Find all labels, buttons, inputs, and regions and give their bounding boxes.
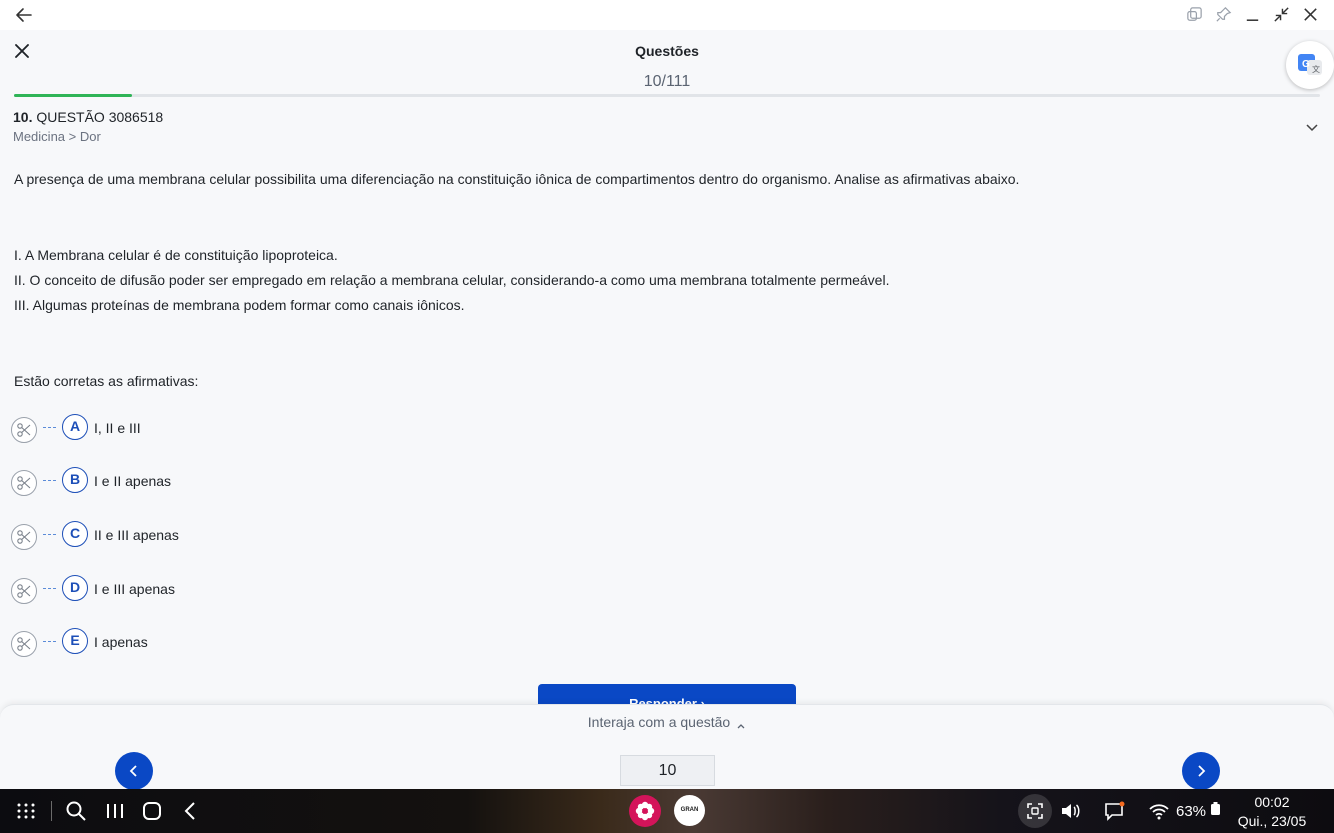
- option-letter[interactable]: D: [62, 575, 88, 601]
- svg-text:文: 文: [1312, 64, 1320, 74]
- gran-app-icon[interactable]: GRAN: [674, 795, 705, 826]
- arrow-left-icon[interactable]: [14, 5, 34, 25]
- option-c[interactable]: C II e III apenas: [11, 521, 411, 551]
- interact-label: Interaja com a questão: [587, 714, 731, 730]
- option-letter[interactable]: B: [62, 467, 88, 493]
- question-number-input[interactable]: 10: [620, 755, 715, 786]
- scissors-icon: [17, 530, 31, 544]
- apps-grid-icon[interactable]: [15, 800, 37, 822]
- battery-percent: 63%: [1176, 803, 1207, 820]
- battery-status: 63%: [1176, 802, 1221, 820]
- shrink-icon[interactable]: [1272, 5, 1291, 24]
- option-text[interactable]: II e III apenas: [94, 527, 179, 543]
- option-d[interactable]: D I e III apenas: [11, 575, 411, 605]
- option-connector: [43, 534, 56, 535]
- screen-capture-button[interactable]: [1018, 794, 1052, 828]
- option-letter[interactable]: C: [62, 521, 88, 547]
- statement-item-3: III. Algumas proteínas de membrana podem…: [14, 297, 465, 313]
- scissors-icon: [17, 423, 31, 437]
- google-translate-icon: G 文: [1298, 54, 1322, 75]
- question-code: QUESTÃO 3086518: [32, 109, 164, 125]
- pin-icon[interactable]: [1214, 5, 1233, 24]
- window-bar: [0, 0, 1334, 30]
- previous-question-button[interactable]: [115, 752, 153, 790]
- flower-icon: [635, 801, 655, 821]
- option-letter[interactable]: E: [62, 628, 88, 654]
- battery-icon: [1211, 802, 1221, 815]
- interact-toggle[interactable]: Interaja com a questão: [0, 714, 1334, 730]
- question-number: 10.: [13, 109, 33, 125]
- screenshot-icon: [1027, 803, 1043, 819]
- notification-icon[interactable]: [1103, 800, 1125, 822]
- window-controls: [1185, 5, 1320, 24]
- option-connector: [43, 427, 56, 428]
- option-e[interactable]: E I apenas: [11, 628, 411, 658]
- scissors-icon: [17, 476, 31, 490]
- clock: 00:02 Qui., 23/05: [1234, 793, 1310, 831]
- wifi-icon: [1149, 804, 1169, 820]
- taskbar-separator: [51, 801, 52, 821]
- flower-app-icon[interactable]: [629, 795, 661, 827]
- question-statement: A presença de uma membrana celular possi…: [14, 171, 1020, 187]
- statement-item-2: II. O conceito de difusão poder ser empr…: [14, 272, 890, 288]
- translate-button[interactable]: G 文: [1286, 41, 1334, 89]
- minimize-icon[interactable]: [1243, 5, 1262, 24]
- clock-time: 00:02: [1254, 794, 1290, 810]
- next-question-button[interactable]: [1182, 752, 1220, 790]
- progress-fill: [14, 94, 132, 97]
- question-header: 10. QUESTÃO 3086518 Medicina > Dor: [13, 109, 1323, 144]
- recent-apps-icon[interactable]: [104, 800, 126, 822]
- eliminate-option-button[interactable]: [11, 524, 37, 550]
- eliminate-option-button[interactable]: [11, 417, 37, 443]
- statement-item-1: I. A Membrana celular é de constituição …: [14, 247, 338, 263]
- breadcrumb: Medicina > Dor: [13, 129, 101, 144]
- respond-button[interactable]: Responder ›: [538, 684, 796, 706]
- chevron-left-icon: [129, 765, 137, 777]
- chevron-down-icon[interactable]: [1305, 120, 1319, 134]
- eliminate-option-button[interactable]: [11, 631, 37, 657]
- eliminate-option-button[interactable]: [11, 578, 37, 604]
- eliminate-option-button[interactable]: [11, 470, 37, 496]
- option-text[interactable]: I e II apenas: [94, 473, 171, 489]
- interact-panel: Interaja com a questão 10: [0, 704, 1334, 790]
- app-header: Questões 10/111: [0, 30, 1334, 98]
- scissors-icon: [17, 637, 31, 651]
- page-title: Questões: [635, 43, 699, 59]
- option-letter[interactable]: A: [62, 414, 88, 440]
- svg-text:G: G: [1302, 59, 1310, 70]
- nav-back-icon[interactable]: [180, 800, 202, 822]
- option-text[interactable]: I apenas: [94, 634, 148, 650]
- search-icon[interactable]: [65, 800, 87, 822]
- option-connector: [43, 480, 56, 481]
- window-close-icon[interactable]: [1301, 5, 1320, 24]
- scissors-icon: [17, 584, 31, 598]
- option-a[interactable]: A I, II e III: [11, 414, 411, 444]
- question-prompt: Estão corretas as afirmativas:: [14, 373, 199, 389]
- option-connector: [43, 641, 56, 642]
- question-counter: 10/111: [643, 73, 691, 90]
- chevron-up-icon: [736, 718, 746, 729]
- option-text[interactable]: I, II e III: [94, 420, 141, 436]
- question-title: 10. QUESTÃO 3086518: [13, 109, 1323, 125]
- volume-icon[interactable]: [1059, 800, 1081, 822]
- home-icon[interactable]: [141, 800, 163, 822]
- chevron-right-icon: [1198, 765, 1206, 777]
- option-b[interactable]: B I e II apenas: [11, 467, 411, 497]
- progress-bar: [14, 94, 1320, 97]
- option-connector: [43, 588, 56, 589]
- popup-view-icon[interactable]: [1185, 5, 1204, 24]
- system-taskbar: GRAN 63% 00:02 Qui., 23/05: [0, 789, 1334, 833]
- option-text[interactable]: I e III apenas: [94, 581, 175, 597]
- clock-date: Qui., 23/05: [1237, 813, 1307, 829]
